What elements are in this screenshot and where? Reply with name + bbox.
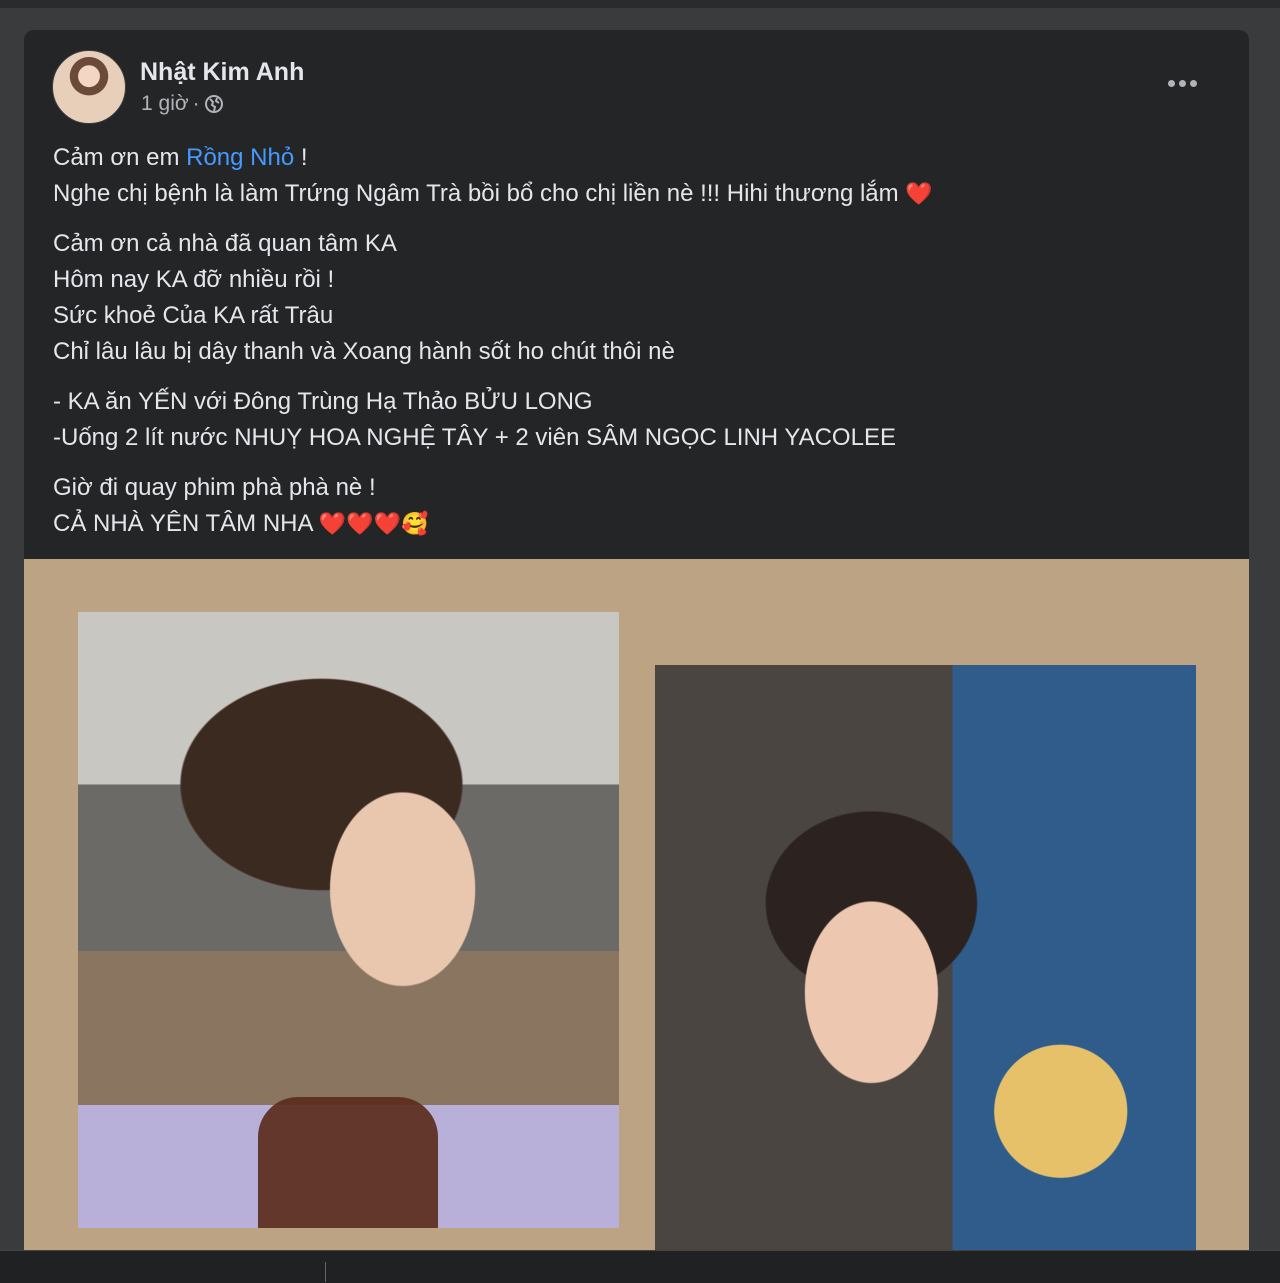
post-paragraph: Giờ đi quay phim phà phà nè ! CẢ NHÀ YÊN … (53, 470, 1223, 542)
top-strip (0, 0, 1280, 8)
post-image-collage[interactable] (24, 559, 1249, 1260)
line-text: -Uống 2 lít nước NHUỴ HOA NGHỆ TÂY + 2 v… (53, 424, 896, 451)
author-avatar[interactable] (52, 50, 126, 124)
author-name[interactable]: Nhật Kim Anh (140, 58, 304, 87)
post-line: Cảm ơn em Rồng Nhỏ ! (53, 140, 1223, 176)
post-line: Giờ đi quay phim phà phà nè ! (53, 470, 1223, 506)
line-text-after: ! (294, 144, 308, 171)
line-text: - KA ăn YẾN với Đông Trùng Hạ Thảo BỬU L… (53, 388, 593, 415)
tea-jar (258, 1097, 438, 1228)
post-paragraph: Cảm ơn em Rồng Nhỏ ! Nghe chị bệnh là làm… (53, 140, 1223, 212)
post-line: Cảm ơn cả nhà đã quan tâm KA (53, 226, 1223, 262)
post-paragraph: Cảm ơn cả nhà đã quan tâm KA Hôm nay KA đ… (53, 226, 1223, 370)
line-text: Hôm nay KA đỡ nhiều rồi ! (53, 266, 335, 293)
line-text: CẢ NHÀ YÊN TÂM NHA (53, 510, 319, 537)
post-time[interactable]: 1 giờ (141, 92, 189, 116)
line-text: Sức khoẻ Của KA rất Trâu (53, 302, 334, 329)
photo-selfie-kitchen[interactable] (78, 612, 619, 1228)
emoji: ❤️ (905, 181, 933, 206)
post-line: Chỉ lâu lâu bị dây thanh và Xoang hành s… (53, 334, 1223, 370)
post-meta: 1 giờ · (141, 92, 224, 116)
bottom-bar (0, 1250, 1280, 1283)
line-text: Chỉ lâu lâu bị dây thanh và Xoang hành s… (53, 338, 675, 365)
post-line: -Uống 2 lít nước NHUỴ HOA NGHỆ TÂY + 2 v… (53, 420, 1223, 456)
more-dots-icon (1167, 79, 1175, 87)
post-line: - KA ăn YẾN với Đông Trùng Hạ Thảo BỬU L… (53, 384, 1223, 420)
post-header: Nhật Kim Anh 1 giờ · (52, 50, 1222, 130)
line-text: Giờ đi quay phim phà phà nè ! (53, 474, 376, 501)
bottom-divider (325, 1262, 326, 1282)
more-options-button[interactable] (1162, 68, 1202, 98)
emoji: ❤️❤️❤️🥰 (318, 511, 429, 536)
mention-link[interactable]: Rồng Nhỏ (186, 144, 294, 171)
post-line: Sức khoẻ Của KA rất Trâu (53, 298, 1223, 334)
line-text: Cảm ơn em (53, 144, 187, 171)
globe-icon (204, 95, 223, 113)
line-text: Nghe chị bệnh là làm Trứng Ngâm Trà bồi … (53, 180, 906, 207)
photo-selfie-product[interactable] (655, 665, 1196, 1260)
post-text: Cảm ơn em Rồng Nhỏ ! Nghe chị bệnh là làm… (53, 140, 1223, 556)
line-text: Cảm ơn cả nhà đã quan tâm KA (53, 230, 397, 257)
post-paragraph: - KA ăn YẾN với Đông Trùng Hạ Thảo BỬU L… (53, 384, 1223, 456)
more-dot (1189, 79, 1197, 87)
post-line: CẢ NHÀ YÊN TÂM NHA ❤️❤️❤️🥰 (53, 506, 1223, 542)
post-line: Hôm nay KA đỡ nhiều rồi ! (53, 262, 1223, 298)
post-card: Nhật Kim Anh 1 giờ · Cảm ơn em Rồng Nhỏ … (24, 30, 1249, 1260)
post-line: Nghe chị bệnh là làm Trứng Ngâm Trà bồi … (53, 176, 1223, 212)
more-dot (1178, 79, 1186, 87)
meta-separator: · (192, 92, 200, 115)
